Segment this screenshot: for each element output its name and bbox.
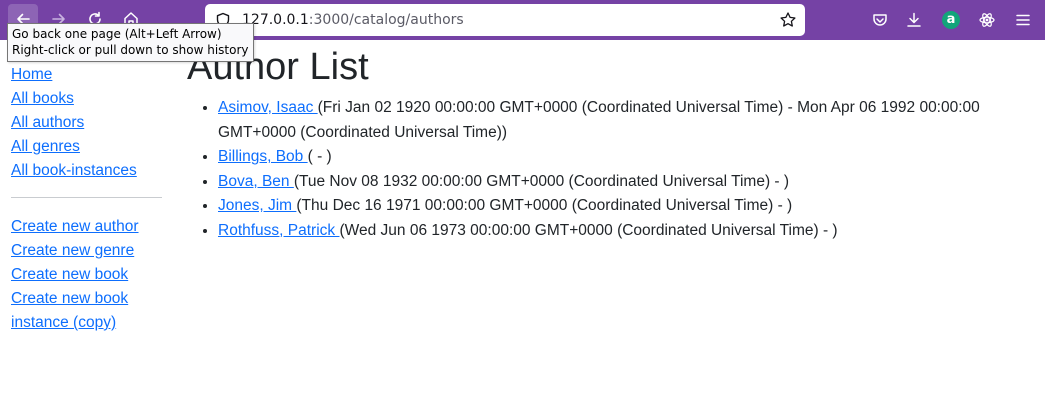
url-text[interactable]: 127.0.0.1:3000/catalog/authors	[242, 12, 464, 28]
author-dates: (Tue Nov 08 1932 00:00:00 GMT+0000 (Coor…	[293, 172, 790, 190]
sidebar-link-all-books[interactable]: All books	[11, 87, 162, 111]
react-devtools-button[interactable]	[976, 9, 998, 31]
sidebar-nav: Home All books All authors All genres Al…	[11, 63, 162, 335]
sidebar-link-home[interactable]: Home	[11, 63, 162, 87]
sidebar-link-all-book-instances[interactable]: All book-instances	[11, 159, 162, 183]
bookmark-star-icon[interactable]	[779, 11, 797, 29]
sidebar-link-create-book[interactable]: Create new book	[11, 263, 162, 287]
author-item: Rothfuss, Patrick (Wed Jun 06 1973 00:00…	[218, 219, 1027, 244]
tooltip-line-2: Right-click or pull down to show history	[12, 43, 249, 57]
sidebar-link-create-genre[interactable]: Create new genre	[11, 239, 162, 263]
sidebar-link-create-author[interactable]: Create new author	[11, 215, 162, 239]
extension-a-icon: a	[942, 11, 960, 29]
author-dates: ( - )	[307, 148, 332, 165]
sidebar-link-all-authors[interactable]: All authors	[11, 111, 162, 135]
page-title: Author List	[187, 46, 369, 88]
downloads-button[interactable]	[903, 9, 925, 31]
author-link[interactable]: Asimov, Isaac	[218, 99, 318, 116]
main-content: Author List Asimov, Isaac (Fri Jan 02 19…	[187, 44, 1027, 243]
author-dates: (Wed Jun 06 1973 00:00:00 GMT+0000 (Coor…	[339, 221, 838, 239]
hamburger-menu-icon	[1016, 14, 1030, 26]
extension-button[interactable]: a	[940, 9, 962, 31]
author-list: Asimov, Isaac (Fri Jan 02 1920 00:00:00 …	[187, 96, 1027, 243]
author-link[interactable]: Bova, Ben	[218, 173, 294, 190]
sidebar-link-create-book-instance[interactable]: Create new book instance (copy)	[11, 287, 162, 335]
author-item: Jones, Jim (Thu Dec 16 1971 00:00:00 GMT…	[218, 194, 1027, 219]
author-item: Asimov, Isaac (Fri Jan 02 1920 00:00:00 …	[218, 96, 1027, 145]
pocket-icon	[873, 14, 887, 26]
sidebar-divider	[11, 197, 162, 198]
address-bar[interactable]: 127.0.0.1:3000/catalog/authors	[205, 4, 805, 36]
author-dates: (Fri Jan 02 1920 00:00:00 GMT+0000 (Coor…	[218, 99, 980, 141]
download-icon	[907, 12, 921, 27]
author-item: Bova, Ben (Tue Nov 08 1932 00:00:00 GMT+…	[218, 170, 1027, 195]
author-dates: (Thu Dec 16 1971 00:00:00 GMT+0000 (Coor…	[296, 197, 793, 214]
back-button-tooltip: Go back one page (Alt+Left Arrow) Right-…	[7, 23, 254, 62]
sidebar-link-all-genres[interactable]: All genres	[11, 135, 162, 159]
author-link[interactable]: Jones, Jim	[218, 197, 296, 214]
pocket-button[interactable]	[869, 9, 891, 31]
author-link[interactable]: Billings, Bob	[218, 148, 308, 165]
tooltip-line-1: Go back one page (Alt+Left Arrow)	[12, 27, 222, 41]
react-atom-icon	[979, 13, 995, 27]
app-menu-button[interactable]	[1012, 9, 1034, 31]
url-path: :3000/catalog/authors	[308, 12, 464, 28]
author-link[interactable]: Rothfuss, Patrick	[218, 222, 339, 239]
author-item: Billings, Bob ( - )	[218, 145, 1027, 170]
